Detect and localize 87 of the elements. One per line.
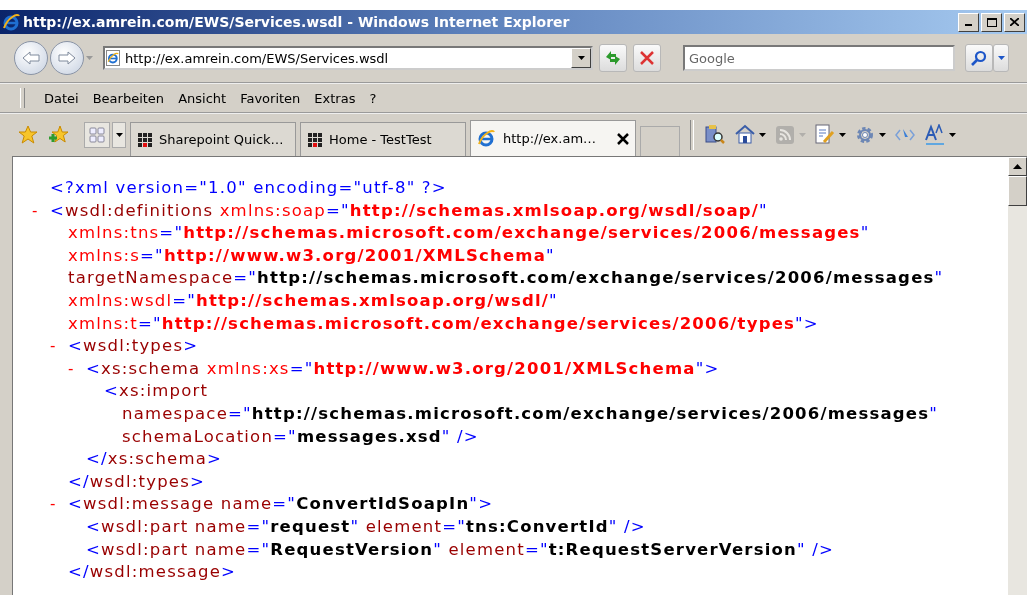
scroll-thumb[interactable] (1008, 176, 1027, 206)
grid-icon (137, 131, 153, 148)
star-icon (18, 125, 38, 145)
menu-item[interactable]: Favoriten (233, 88, 308, 108)
menu-item[interactable]: Bearbeiten (85, 88, 172, 108)
close-icon (1010, 18, 1019, 26)
code-line: <wsdl:definitions xmlns:soap="http://schemas.xmlsoap.org/wsdl/soap/" (50, 199, 768, 222)
caret-icon (577, 56, 585, 60)
search-field[interactable]: Google (683, 45, 955, 71)
collapse-toggle[interactable]: - (68, 359, 75, 378)
close-button[interactable] (1004, 12, 1025, 32)
home-button[interactable] (734, 124, 766, 146)
code-line: <?xml version="1.0" encoding="utf-8" ?> (50, 177, 447, 199)
address-dropdown-button[interactable] (571, 48, 591, 68)
code-line: xmlns:wsdl="http://schemas.xmlsoap.org/wsdl/" (68, 289, 558, 312)
scroll-up-button[interactable] (1008, 157, 1027, 176)
back-button[interactable] (14, 41, 48, 75)
menu-item[interactable]: Ansicht (171, 88, 234, 108)
code-line: <wsdl:message name="ConvertIdSoapIn"> (68, 493, 494, 516)
search-options-button[interactable] (993, 44, 1009, 72)
code-line: schemaLocation="messages.xsd" /> (122, 425, 479, 448)
maximize-icon (986, 17, 997, 27)
caret-icon (86, 56, 93, 60)
feed-icon (774, 124, 796, 146)
grid-icon (89, 127, 105, 143)
text-size-button[interactable] (924, 124, 956, 146)
code-line: xmlns:t="http://schemas.microsoft.com/exchange/services/2006/types"> (68, 312, 819, 335)
caret-icon (839, 133, 846, 137)
caret-icon (879, 133, 886, 137)
page-icon (105, 50, 121, 66)
collapse-toggle[interactable]: - (50, 337, 57, 356)
caret-icon (799, 133, 806, 137)
code-line: xmlns:tns="http://schemas.microsoft.com/exchange/services/2006/messages" (68, 222, 870, 245)
add-favorite-button[interactable] (48, 125, 70, 145)
code-line: <wsdl:part name="RequestVersion" element="t:RequestServerVersion" /> (86, 538, 835, 561)
minimize-button[interactable] (958, 12, 979, 32)
address-bar[interactable]: http://ex.amrein.com/EWS/Services.wsdl (103, 46, 593, 70)
close-icon (617, 132, 629, 145)
research-button[interactable] (704, 124, 726, 146)
search-button[interactable] (965, 44, 993, 72)
collapse-toggle[interactable]: - (50, 495, 57, 514)
caret-icon (949, 133, 956, 137)
page-button[interactable] (814, 124, 846, 146)
code-line: </xs:schema> (86, 448, 222, 471)
home-icon (734, 124, 756, 146)
tools-button[interactable] (854, 124, 886, 146)
grid-icon (307, 131, 323, 148)
page-pencil-icon (814, 124, 836, 146)
tab-list-button[interactable] (112, 122, 126, 148)
close-icon (640, 51, 654, 65)
stop-button[interactable] (633, 44, 661, 72)
menu-item[interactable]: ? (362, 88, 384, 108)
refresh-button[interactable] (599, 44, 627, 72)
maximize-button[interactable] (981, 12, 1002, 32)
code-line: <xs:schema xmlns:xs="http://www.w3.org/2001/XMLSchema"> (86, 357, 720, 380)
code-line: <xs:import (104, 380, 209, 403)
left-arrow-icon (22, 51, 40, 65)
menu-item[interactable]: Extras (307, 88, 363, 108)
code-line: xmlns:s="http://www.w3.org/2001/XMLSchema" (68, 244, 555, 267)
window-title: http://ex.amrein.com/EWS/Services.wsdl - Windows Internet Explorer (23, 14, 571, 30)
code-line: <wsdl:part name="request" element="tns:ConvertId" /> (86, 515, 646, 538)
caret-icon (759, 133, 766, 137)
caret-icon (997, 56, 1005, 60)
up-arrow-icon (1013, 164, 1022, 169)
browser-tab[interactable]: http://ex.am… (470, 120, 636, 156)
browser-tab[interactable]: Sharepoint Quick… (130, 122, 296, 156)
browser-tab[interactable]: Home - TestTest (300, 122, 466, 156)
code-line: namespace="http://schemas.microsoft.com/exchange/services/2006/messages" (122, 402, 939, 425)
address-field[interactable]: http://ex.amrein.com/EWS/Services.wsdl (121, 50, 571, 66)
code-line: </wsdl:message> (68, 561, 237, 584)
right-arrow-icon (58, 51, 76, 65)
book-magnifier-icon (704, 124, 726, 146)
collapse-toggle[interactable]: - (32, 201, 39, 220)
star-plus-icon (48, 125, 70, 145)
code-line: <wsdl:types> (68, 335, 199, 358)
browser-logo-icon (477, 128, 497, 149)
menu-item[interactable]: Datei (37, 88, 86, 108)
search-icon (971, 50, 987, 66)
gear-icon (854, 124, 876, 146)
caret-icon (115, 133, 123, 137)
scrollbar[interactable] (1008, 157, 1027, 595)
code-line: targetNamespace="http://schemas.microsoft.com/exchange/services/2006/messages" (68, 267, 944, 290)
refresh-icon (604, 50, 622, 66)
browser-logo-icon (2, 13, 20, 31)
font-size-icon (924, 124, 946, 146)
forward-button[interactable] (50, 41, 84, 75)
code-line: </wsdl:types> (68, 470, 205, 493)
